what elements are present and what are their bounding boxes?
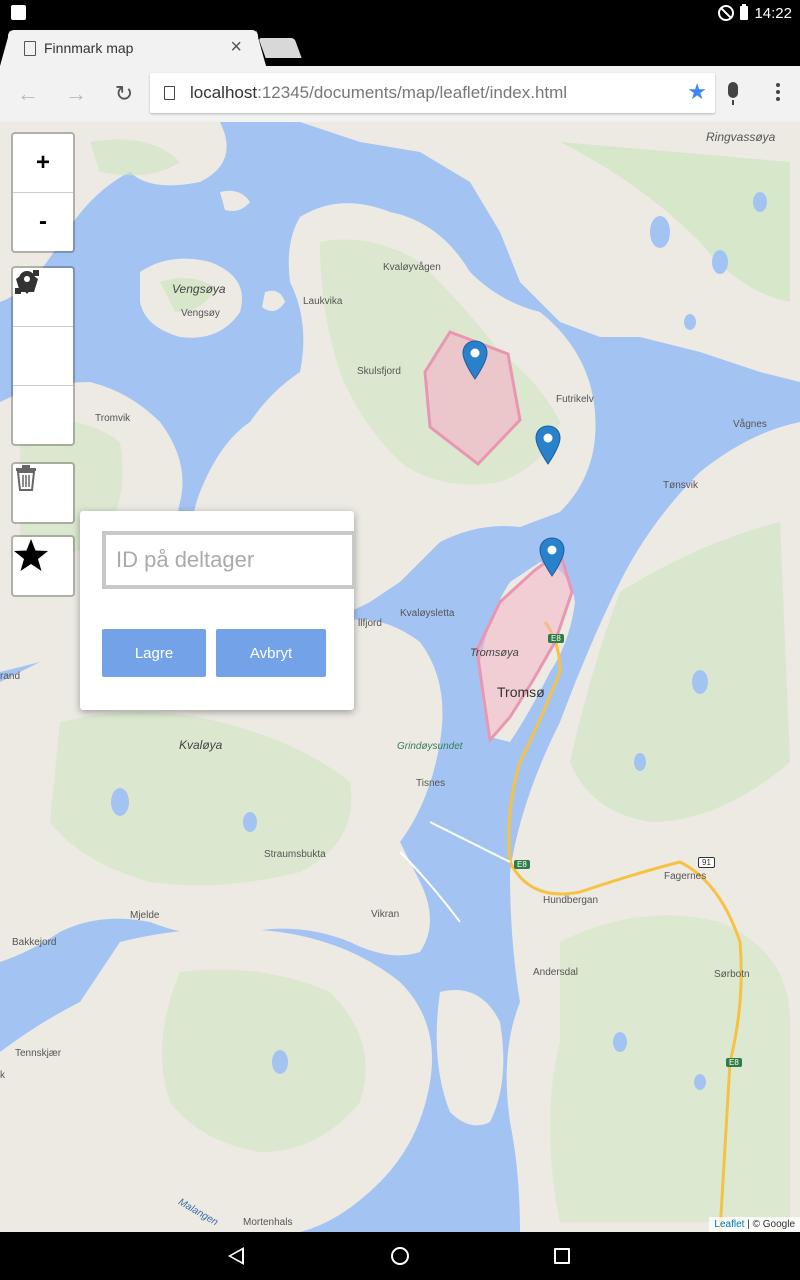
map-label-mortenhals: Mortenhals: [243, 1217, 293, 1228]
map-label-vikran: Vikran: [371, 909, 400, 920]
battery-icon: [740, 4, 749, 20]
zoom-in-button[interactable]: +: [13, 134, 73, 193]
map-marker-icon[interactable]: [462, 340, 488, 380]
do-not-disturb-icon: [718, 5, 735, 21]
forward-icon[interactable]: →: [62, 80, 90, 108]
map-label-tromso: Tromsø: [497, 684, 545, 700]
page-favicon-icon: [24, 41, 36, 56]
map-label-futrikelv: Futrikelv: [556, 394, 594, 405]
delete-control: [11, 462, 75, 524]
draw-toolbar: [11, 266, 75, 446]
map-label-vengsoy: Vengsøy: [181, 308, 220, 319]
star-button[interactable]: [13, 537, 73, 595]
microphone-icon[interactable]: [728, 82, 738, 105]
road-shield-e8-north: E8: [548, 634, 564, 643]
zoom-out-button[interactable]: -: [13, 193, 73, 251]
star-icon: [14, 539, 48, 571]
map-label-andersdal: Andersdal: [533, 967, 579, 978]
map-label-laukvika: Laukvika: [303, 296, 343, 307]
delete-button[interactable]: [13, 464, 73, 522]
attribution-text: | © Google: [744, 1219, 795, 1230]
road-shield-91: 91: [698, 857, 715, 868]
map-label-kvaloyvagen: Kvaløyvågen: [383, 262, 441, 273]
bookmark-star-icon[interactable]: ★: [687, 79, 707, 105]
map-label-straumsbukta: Straumsbukta: [264, 849, 326, 860]
url-text[interactable]: localhost:12345/documents/map/leaflet/in…: [190, 83, 567, 103]
tab-finnmark-map[interactable]: Finnmark map ×: [0, 30, 266, 66]
participant-id-input[interactable]: [102, 531, 356, 589]
nav-recents-icon[interactable]: [554, 1248, 570, 1264]
tab-strip: Finnmark map ×: [0, 26, 800, 66]
map-marker-icon[interactable]: [535, 425, 561, 465]
browser-toolbar: ← → ↻ localhost:12345/documents/map/leaf…: [0, 66, 800, 123]
map-label-ringvassoya: Ringvassøya: [706, 130, 776, 144]
map-label-kvaloya: Kvaløya: [179, 738, 223, 752]
status-right: 14:22: [718, 3, 792, 23]
map-label-k: k: [0, 1070, 5, 1081]
nav-back-icon[interactable]: [228, 1247, 244, 1265]
map-label-rand: rand: [0, 671, 21, 682]
page-info-icon[interactable]: [164, 86, 175, 100]
url-path: :12345/documents/map/leaflet/index.html: [257, 83, 568, 102]
map-label-grindoysundet: Grindøysundet: [397, 741, 463, 752]
map-label-llfjord: llfjord: [358, 618, 382, 629]
trash-icon: [16, 465, 36, 491]
participant-popup: Lagre Avbryt: [80, 511, 356, 710]
reload-icon[interactable]: ↻: [110, 80, 138, 108]
zoom-control: + -: [11, 132, 75, 253]
address-bar[interactable]: localhost:12345/documents/map/leaflet/in…: [150, 73, 715, 113]
new-tab-button[interactable]: [258, 38, 302, 58]
map-label-fagernes: Fagernes: [664, 871, 707, 882]
map-label-bakkejord: Bakkejord: [12, 937, 57, 948]
system-nav-bar: [0, 1232, 800, 1280]
map-label-tromvik: Tromvik: [95, 413, 131, 424]
map-label-vengsoya: Vengsøya: [172, 282, 226, 296]
map-marker-icon[interactable]: [539, 537, 565, 577]
map-attribution: Leaflet | © Google: [709, 1217, 800, 1232]
marker-icon: [19, 271, 35, 294]
draw-polygon-button[interactable]: [13, 271, 73, 386]
map-label-tromsoya: Tromsøya: [470, 647, 519, 659]
map-label-hundbergan: Hundbergan: [543, 895, 599, 906]
map-label-sorbotn: Sørbotn: [714, 969, 750, 980]
status-time: 14:22: [754, 4, 792, 22]
save-button[interactable]: Lagre: [102, 629, 206, 677]
cancel-button[interactable]: Avbryt: [216, 629, 326, 677]
overflow-menu-icon[interactable]: [768, 80, 788, 108]
nav-home-icon[interactable]: [391, 1247, 409, 1265]
leaflet-link[interactable]: Leaflet: [714, 1219, 744, 1230]
road-shield-e8-middle: E8: [514, 860, 530, 869]
map-label-kvaloysletta: Kvaløysletta: [400, 608, 455, 619]
map-label-vagnes: Vågnes: [733, 419, 767, 430]
map-label-tennskjaer: Tennskjær: [15, 1048, 62, 1059]
draw-marker-button[interactable]: [13, 271, 73, 444]
road-shield-e8-south: E8: [726, 1058, 742, 1067]
close-icon[interactable]: ×: [230, 36, 242, 58]
map-label-tonsvik: Tønsvik: [663, 480, 698, 491]
map-label-mjelde: Mjelde: [130, 910, 160, 921]
back-icon[interactable]: ←: [14, 80, 42, 108]
map-label-skulsfjord: Skulsfjord: [357, 366, 401, 377]
map-label-tisnes: Tisnes: [416, 778, 446, 789]
notification-icon: [11, 5, 26, 20]
favorite-control: [11, 535, 75, 597]
tab-title: Finnmark map: [44, 40, 134, 56]
status-bar: 14:22: [0, 0, 800, 26]
url-host: localhost: [190, 83, 258, 102]
